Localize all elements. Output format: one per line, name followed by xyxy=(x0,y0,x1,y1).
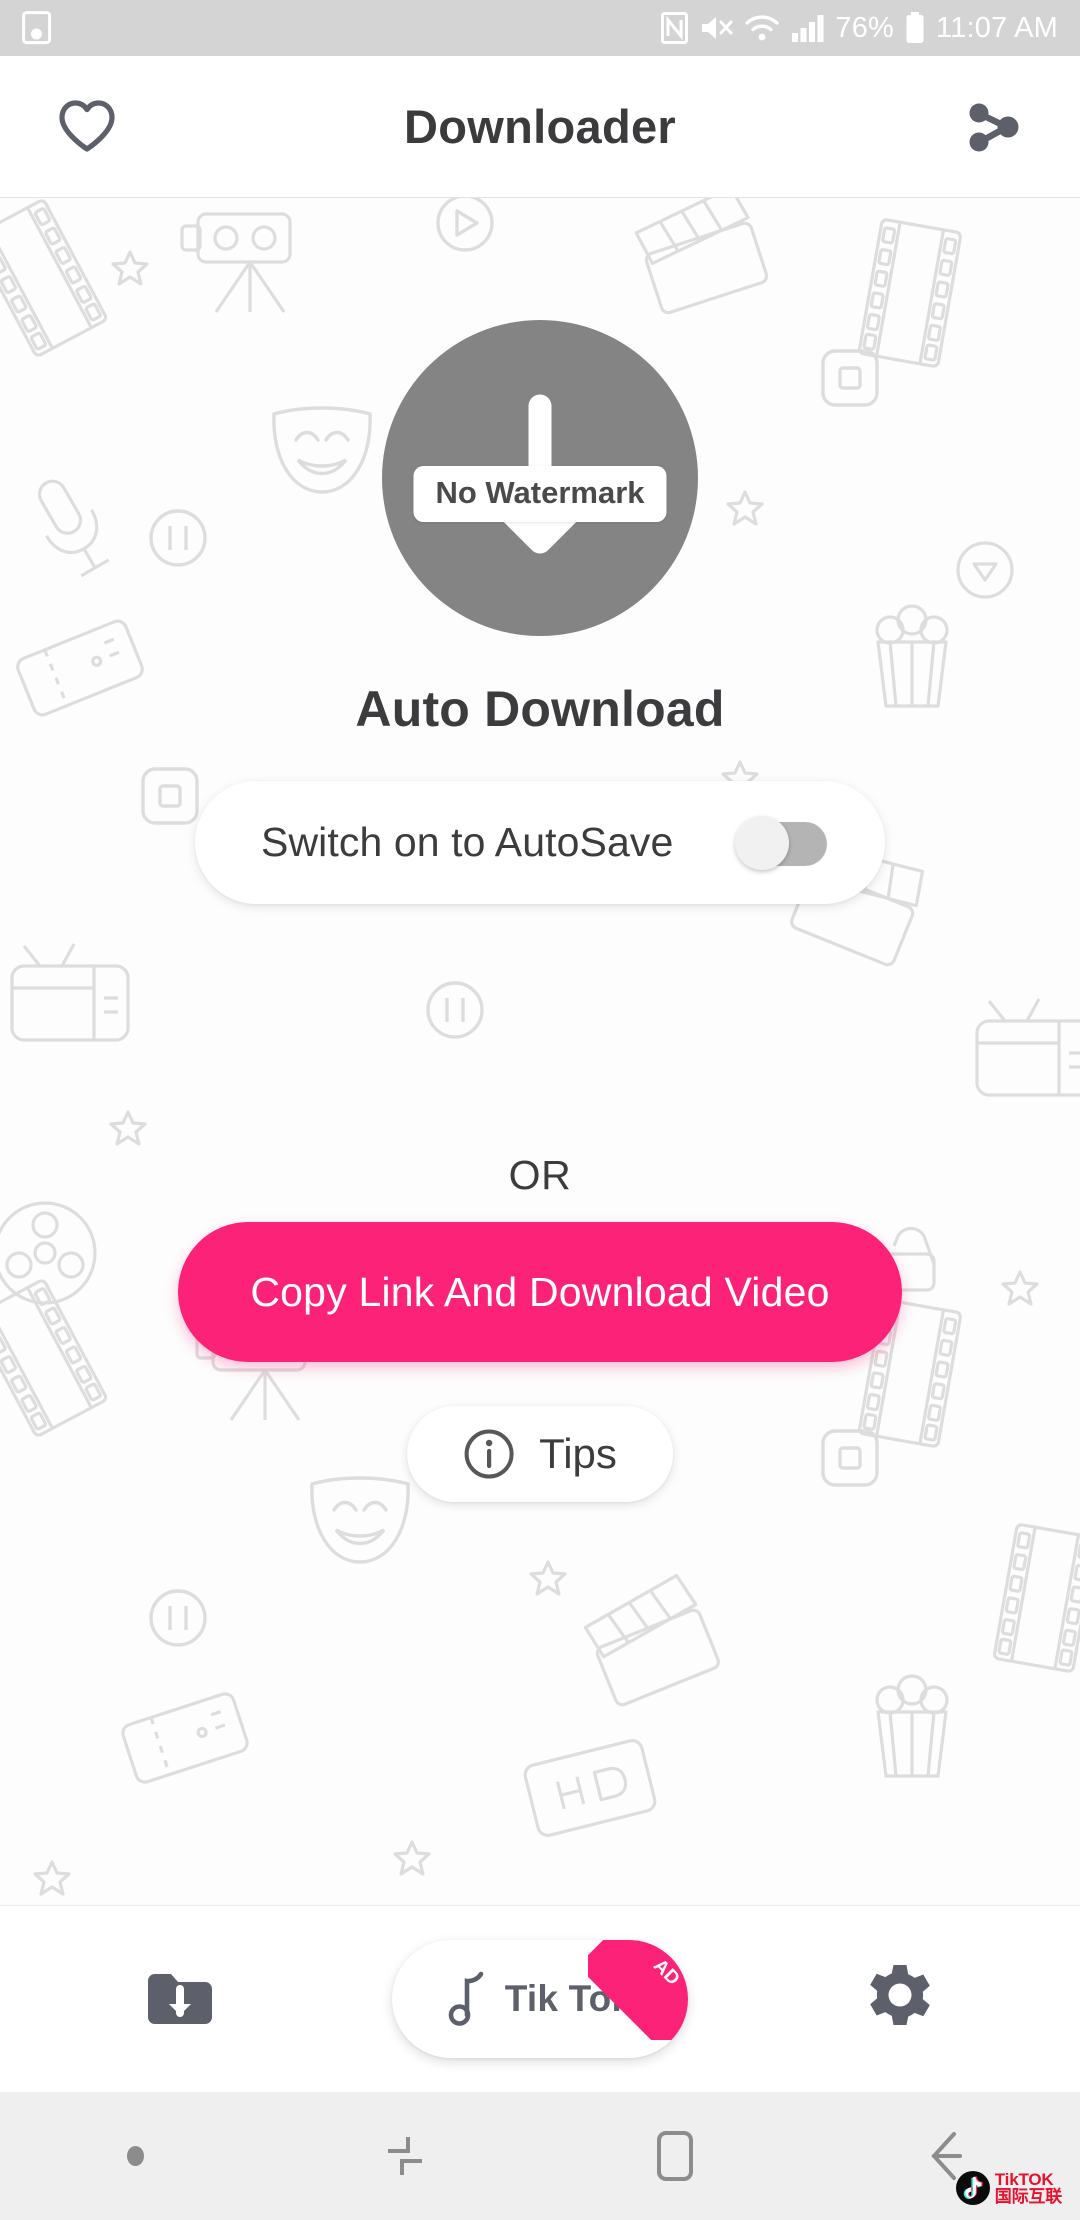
tips-button[interactable]: Tips xyxy=(407,1406,673,1502)
autosave-toggle[interactable] xyxy=(735,816,827,870)
toggle-knob xyxy=(735,816,789,870)
no-watermark-badge: No Watermark xyxy=(413,466,666,522)
dot-indicator-icon xyxy=(127,2146,144,2166)
ad-corner-ribbon: AD xyxy=(588,1940,688,2040)
status-bar-right: 76% 11:07 AM xyxy=(661,12,1058,44)
music-note-icon xyxy=(448,1971,488,2027)
watermark-line-1: TikTOK xyxy=(995,2171,1062,2188)
share-icon xyxy=(962,96,1024,158)
status-bar: 76% 11:07 AM xyxy=(0,0,1080,56)
clock-label: 11:07 AM xyxy=(936,14,1058,43)
or-separator-label: OR xyxy=(0,1152,1080,1199)
settings-button[interactable] xyxy=(720,1961,1080,2037)
tiktok-watermark: TikTOK 国际互联 xyxy=(955,2170,1062,2206)
mute-icon xyxy=(699,13,733,43)
tiktok-ad-button[interactable]: Tik Tok AD xyxy=(392,1940,688,2058)
status-bar-left xyxy=(22,11,52,45)
folder-download-icon xyxy=(142,1967,218,2031)
heart-icon xyxy=(58,100,116,154)
nav-dot-indicator[interactable] xyxy=(0,2146,270,2166)
screen-recorder-icon xyxy=(22,11,52,45)
wifi-icon xyxy=(744,13,780,43)
phone-screen: 76% 11:07 AM Downloader xyxy=(0,0,1080,2220)
tips-label: Tips xyxy=(539,1430,617,1478)
watermark-text: TikTOK 国际互联 xyxy=(995,2171,1062,2206)
favorite-button[interactable] xyxy=(48,88,126,166)
bottom-bar: Tik Tok AD xyxy=(0,1905,1080,2092)
signal-icon xyxy=(791,13,824,43)
home-icon xyxy=(648,2125,702,2187)
info-icon xyxy=(463,1428,515,1480)
nav-home-button[interactable] xyxy=(540,2125,810,2187)
android-nav-bar: TikTOK 国际互联 xyxy=(0,2092,1080,2220)
recents-icon xyxy=(378,2129,432,2183)
ad-badge-label: AD xyxy=(648,1955,684,1991)
gear-icon xyxy=(862,1961,938,2037)
nav-recents-button[interactable] xyxy=(270,2129,540,2183)
autosave-card[interactable]: Switch on to AutoSave xyxy=(195,781,885,904)
tiktok-ad-slot: Tik Tok AD xyxy=(360,1940,720,2058)
battery-icon xyxy=(905,12,925,44)
watermark-line-2: 国际互联 xyxy=(995,2188,1062,2205)
main-content: No Watermark Auto Download Switch on to … xyxy=(0,198,1080,1905)
copy-link-download-button[interactable]: Copy Link And Download Video xyxy=(178,1222,902,1362)
share-button[interactable] xyxy=(954,88,1032,166)
auto-download-title: Auto Download xyxy=(0,680,1080,738)
autosave-label: Switch on to AutoSave xyxy=(261,819,673,866)
battery-percent-label: 76% xyxy=(835,14,894,43)
page-title: Downloader xyxy=(0,99,1080,154)
tiktok-logo-icon xyxy=(955,2170,991,2206)
downloads-button[interactable] xyxy=(0,1967,360,2031)
nfc-icon xyxy=(661,12,688,44)
content-stage: No Watermark Auto Download Switch on to … xyxy=(0,198,1080,1905)
app-bar: Downloader xyxy=(0,56,1080,198)
